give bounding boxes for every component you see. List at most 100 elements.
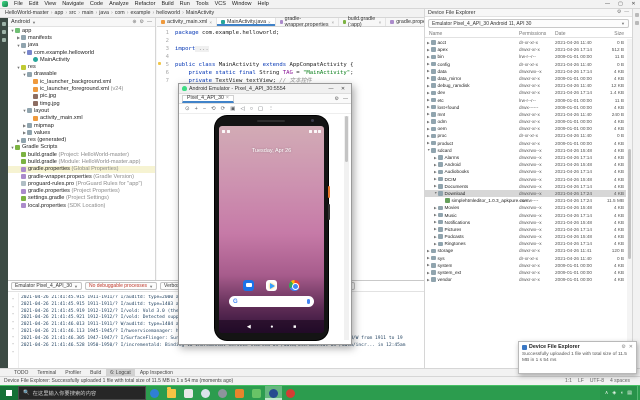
file-row[interactable]: ▶etclrw-r--r--2009-01-01 00:0011 B (425, 97, 626, 104)
status-widget[interactable]: 4 spaces (610, 378, 630, 384)
volume-down-icon[interactable]: − (203, 106, 206, 112)
tree-item[interactable]: ▶manifests (8, 34, 155, 41)
more-icon[interactable]: ⋮ (268, 106, 274, 112)
network-icon[interactable]: ◈ (612, 390, 616, 396)
menu-item-analyze[interactable]: Analyze (106, 1, 132, 7)
breadcrumb-item[interactable]: com (114, 10, 126, 16)
status-widget[interactable]: 1:1 (565, 378, 572, 384)
breadcrumb-item[interactable]: main (81, 10, 94, 16)
tree-item[interactable]: pic.jpg (8, 93, 155, 100)
menu-item-vcs[interactable]: VCS (212, 1, 229, 7)
tree-item[interactable]: ▼drawable (8, 71, 155, 78)
steam-icon[interactable] (214, 386, 231, 400)
tree-item[interactable]: gradle.properties (Project Properties) (8, 188, 155, 195)
google-search-bar[interactable]: G (229, 296, 314, 307)
settings-icon[interactable]: ⚙ (621, 344, 625, 350)
file-row[interactable]: ▶mntdrwxr-xr-x2021-04-26 11:40240 B (425, 111, 626, 118)
menu-item-code[interactable]: Code (87, 1, 106, 7)
close-icon[interactable]: × (226, 95, 229, 101)
power-icon[interactable]: ⊙ (185, 106, 190, 112)
scroll-end-icon[interactable]: ▫ (12, 334, 14, 339)
tree-item[interactable]: ▼res (8, 63, 155, 70)
toolwindow-button[interactable]: App Inspection (136, 369, 177, 376)
close-button[interactable]: ✕ (627, 1, 640, 7)
play-store-icon[interactable] (266, 280, 277, 291)
start-button[interactable] (0, 386, 18, 400)
scrollbar-thumb[interactable] (345, 116, 348, 162)
column-header-name[interactable]: Name (429, 31, 442, 37)
tree-item[interactable]: gradle-wrapper.properties (Gradle Versio… (8, 173, 155, 180)
minimize-button[interactable]: — (601, 1, 614, 7)
tree-item[interactable]: proguard-rules.pro (ProGuard Rules for "… (8, 180, 155, 187)
menu-item-file[interactable]: File (11, 1, 26, 7)
column-header-size[interactable]: Size (614, 31, 624, 37)
tree-item[interactable]: MainActivity (8, 56, 155, 63)
file-row[interactable]: ▶Audiobooksdrwxrwx--x2021-04-26 17:144 K… (425, 168, 626, 175)
tree-item[interactable]: activity_main.xml (8, 115, 155, 122)
chevron-up-icon[interactable]: ∧ (605, 390, 609, 396)
back-icon[interactable]: ◁ (240, 106, 244, 112)
tree-item[interactable]: timg.jpg (8, 100, 155, 107)
emulator-device-tab[interactable]: Pixel_4_API_30× (182, 95, 234, 103)
close-icon[interactable]: ✕ (629, 344, 633, 350)
file-row[interactable]: ▶sysdr-xr-xr-x2021-04-26 11:400 B (425, 255, 626, 262)
favorites-icon[interactable] (2, 38, 6, 42)
chrome-icon[interactable] (289, 280, 300, 291)
down-icon[interactable]: ▫ (12, 319, 14, 324)
soft-wrap-icon[interactable]: ▫ (12, 326, 14, 331)
column-header-permissions[interactable]: Permissions (519, 31, 546, 37)
editor-tab[interactable]: build.gradle (:app)× (339, 18, 386, 26)
tree-item[interactable]: build.gradle (Project: HelloWorld-master… (8, 151, 155, 158)
rotate-left-icon[interactable]: ⟲ (211, 106, 216, 112)
file-row[interactable]: ▼Downloaddrwxrwx--x2021-04-26 17:244 KB (425, 190, 626, 197)
close-icon[interactable]: × (209, 20, 212, 25)
file-row[interactable]: ▶Alarmsdrwxrwx--x2021-04-26 17:144 KB (425, 154, 626, 161)
device-selector-dropdown[interactable]: Emulator Pixel_4_API_30 Android 11, API … (428, 19, 629, 28)
tree-item[interactable]: ▼com.example.helloworld (8, 49, 155, 56)
print-icon[interactable]: ▫ (12, 341, 14, 346)
toolwindow-button[interactable]: Terminal (33, 369, 60, 376)
overview-icon[interactable]: ▢ (258, 106, 263, 112)
tree-item[interactable]: ▼Gradle Scripts (8, 144, 155, 151)
android-studio-icon[interactable] (248, 386, 265, 400)
breadcrumb-item[interactable]: HelloWorld-master (4, 10, 50, 16)
overview-icon[interactable]: ■ (293, 324, 296, 330)
file-row[interactable]: ▶Moviesdrwxrwx--x2021-04-26 15:484 KB (425, 204, 626, 211)
file-row[interactable]: ▶vendordrwxr-xr-x2009-01-01 00:004 KB (425, 276, 626, 283)
notification-balloon[interactable]: Device File Explorer ⚙✕ Successfully upl… (518, 341, 637, 374)
phone-screen[interactable]: Tuesday, Apr 26 G ◀●■ (219, 126, 324, 333)
home-icon[interactable]: ○ (250, 106, 253, 112)
tree-item[interactable]: ic_launcher_background.xml (8, 78, 155, 85)
status-widget[interactable]: UTF-8 (590, 378, 604, 384)
ime-icon[interactable]: ▤ (627, 390, 632, 396)
breadcrumb-item[interactable]: src (68, 10, 77, 16)
tree-item[interactable]: ▼app (8, 27, 155, 34)
column-header-date[interactable]: Date (555, 31, 566, 37)
settings-icon[interactable]: ⚙ (335, 96, 339, 102)
file-row[interactable]: ▶Androiddrwxrwx--x2021-04-26 15:484 KB (425, 161, 626, 168)
qq-icon[interactable] (197, 386, 214, 400)
volume-up-icon[interactable]: + (195, 106, 198, 112)
emulator-scrollbar[interactable] (344, 116, 349, 340)
scrollbar-thumb[interactable] (628, 149, 631, 259)
table-column-headers[interactable]: Name Permissions Date Size (425, 30, 632, 38)
screenshot-icon[interactable]: ▫ (12, 304, 14, 309)
tree-item[interactable]: ▶res (generated) (8, 136, 155, 143)
settings-icon[interactable]: ⚙ (140, 19, 144, 25)
file-row[interactable]: ▶Ringtonesdrwxrwx--x2021-04-26 17:144 KB (425, 240, 626, 247)
resource-manager-icon[interactable] (2, 30, 6, 34)
file-row[interactable]: simplehtmleditor_1.0.3_apkpure.com.apk-r… (425, 197, 626, 204)
menu-item-edit[interactable]: Edit (26, 1, 41, 7)
emulator-stripe-icon[interactable] (635, 21, 639, 25)
menu-item-tools[interactable]: Tools (193, 1, 212, 7)
breadcrumb-item[interactable]: app (54, 10, 65, 16)
logcat-device-dropdown[interactable]: Emulator Pixel_4_API_30▼ (11, 282, 82, 290)
toolwindow-button[interactable]: Build (86, 369, 105, 376)
volume-icon[interactable]: ◖ (620, 390, 623, 396)
emulator-app-icon[interactable] (265, 386, 282, 400)
file-row[interactable]: ▶apexdrwxr-xr-x2021-04-26 17:14512 B (425, 46, 626, 53)
logcat-process-dropdown[interactable]: No debuggable processes▼ (85, 282, 157, 290)
settings-icon[interactable]: ⚙ (617, 10, 621, 15)
rotate-right-icon[interactable]: ⟳ (221, 106, 226, 112)
tree-item[interactable]: ▼layout (8, 107, 155, 114)
